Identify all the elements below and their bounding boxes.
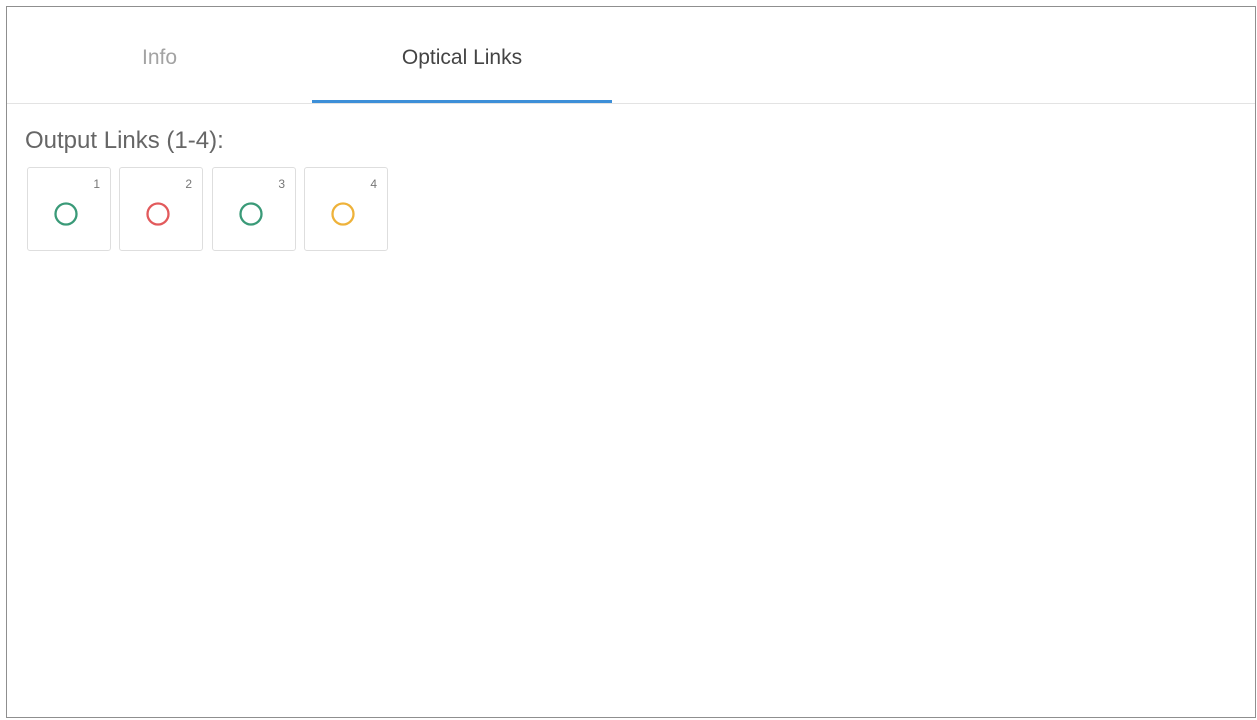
- link-number: 1: [93, 177, 100, 191]
- tab-optical-links[interactable]: Optical Links: [312, 7, 612, 103]
- output-link-3[interactable]: 3: [212, 167, 296, 251]
- optical-links-panel: Info Optical Links Output Links (1-4): 1…: [6, 6, 1256, 718]
- link-number: 4: [370, 177, 377, 191]
- link-status-ring-icon: [239, 202, 263, 226]
- link-status-ring-icon: [146, 202, 170, 226]
- tab-bar: Info Optical Links: [7, 7, 1255, 104]
- active-tab-indicator: [312, 100, 612, 103]
- link-status-ring: [146, 202, 170, 226]
- output-link-1[interactable]: 1: [27, 167, 111, 251]
- link-status-ring-icon: [54, 202, 78, 226]
- output-link-4[interactable]: 4: [304, 167, 388, 251]
- link-number: 3: [278, 177, 285, 191]
- link-number: 2: [185, 177, 192, 191]
- output-links-heading: Output Links (1-4):: [25, 127, 224, 154]
- link-status-ring-icon: [331, 202, 355, 226]
- output-link-2[interactable]: 2: [119, 167, 203, 251]
- link-status-ring: [54, 202, 78, 226]
- link-status-ring: [331, 202, 355, 226]
- link-status-ring: [239, 202, 263, 226]
- tab-info[interactable]: Info: [7, 7, 312, 103]
